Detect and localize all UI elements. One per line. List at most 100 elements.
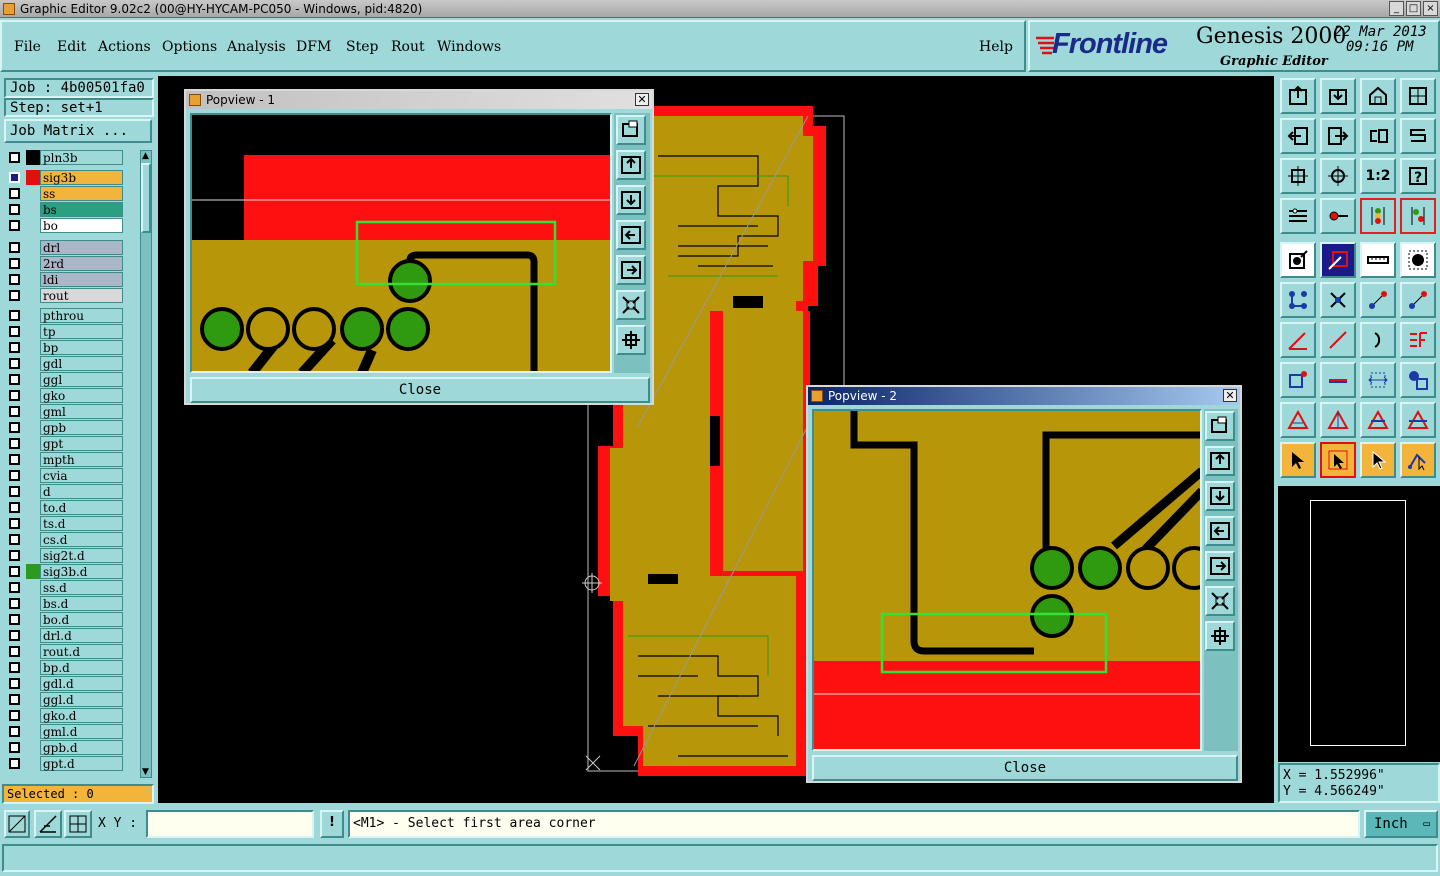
layer-name[interactable]: gpb.d (40, 740, 123, 755)
layer-name[interactable]: gml (40, 404, 123, 419)
tool-shape-icon[interactable] (1320, 242, 1356, 278)
layer-checkbox[interactable] (9, 358, 20, 369)
layer-row-ldi[interactable]: ldi (4, 272, 138, 287)
layer-checkbox[interactable] (9, 274, 20, 285)
tool-angle-icon[interactable] (1280, 322, 1316, 358)
layer-row-bp[interactable]: bp (4, 340, 138, 355)
layer-name[interactable]: sig2t.d (40, 548, 123, 563)
tool-split-view-icon[interactable] (1400, 78, 1436, 114)
layer-checkbox[interactable] (9, 204, 20, 215)
layer-checkbox[interactable] (9, 710, 20, 721)
layer-name[interactable]: gdl.d (40, 676, 123, 691)
layer-checkbox[interactable] (9, 502, 20, 513)
layer-name[interactable]: bs (40, 202, 123, 217)
menu-dfm[interactable]: DFM (296, 39, 331, 55)
layer-checkbox[interactable] (9, 726, 20, 737)
menu-edit[interactable]: Edit (57, 39, 86, 55)
layer-name[interactable]: gko (40, 388, 123, 403)
layer-row-ss-d[interactable]: ss.d (4, 580, 138, 595)
tool-group-icon[interactable] (1400, 362, 1436, 398)
layer-name[interactable]: cvia (40, 468, 123, 483)
layer-name[interactable]: gml.d (40, 724, 123, 739)
layer-row-gdl[interactable]: gdl (4, 356, 138, 371)
snap-mode-icon[interactable] (4, 810, 30, 838)
tool-scale-1-2-button[interactable]: 1:2 (1360, 158, 1396, 194)
tool-settings-icon[interactable] (1280, 198, 1316, 234)
pv2-pan-left-icon[interactable] (1205, 516, 1235, 546)
layer-name[interactable]: mpth (40, 452, 123, 467)
tool-select-net-icon[interactable] (1360, 442, 1396, 478)
tool-undo-icon[interactable] (1360, 118, 1396, 154)
layer-name[interactable]: ggl.d (40, 692, 123, 707)
tool-layer-out-icon[interactable] (1320, 118, 1356, 154)
tool-save-icon[interactable] (1320, 78, 1356, 114)
layer-row-ss[interactable]: ss (4, 186, 138, 201)
tool-text-icon[interactable] (1400, 322, 1436, 358)
layer-row-bo-d[interactable]: bo.d (4, 612, 138, 627)
tool-ruler-icon[interactable] (1360, 242, 1396, 278)
menu-step[interactable]: Step (346, 39, 378, 55)
pv2-pan-up-icon[interactable] (1205, 446, 1235, 476)
tool-home-icon[interactable] (1360, 78, 1396, 114)
tool-drc3-icon[interactable] (1360, 402, 1396, 438)
tool-net-icon[interactable] (1280, 282, 1316, 318)
pv2-pan-right-icon[interactable] (1205, 551, 1235, 581)
layer-checkbox[interactable] (9, 152, 20, 163)
layer-name[interactable]: drl.d (40, 628, 123, 643)
scroll-thumb[interactable] (141, 163, 151, 233)
popview-1-canvas[interactable] (190, 113, 612, 373)
scroll-up-icon[interactable]: ▲ (142, 151, 149, 161)
layer-row-bs-d[interactable]: bs.d (4, 596, 138, 611)
popview-1-close-button[interactable]: Close (190, 377, 650, 403)
tool-copy-icon[interactable] (1400, 282, 1436, 318)
tool-redraw-icon[interactable] (1400, 118, 1436, 154)
tool-layer-in-icon[interactable] (1280, 118, 1316, 154)
layer-row-tp[interactable]: tp (4, 324, 138, 339)
layer-name[interactable]: pthrou (40, 308, 123, 323)
layer-checkbox[interactable] (9, 342, 20, 353)
layer-checkbox[interactable] (9, 630, 20, 641)
layer-row-rout-d[interactable]: rout.d (4, 644, 138, 659)
layer-row-gml[interactable]: gml (4, 404, 138, 419)
tool-arc-icon[interactable] (1360, 322, 1396, 358)
layer-checkbox[interactable] (9, 662, 20, 673)
tool-select-connect-icon[interactable] (1400, 442, 1436, 478)
layer-row-d[interactable]: d (4, 484, 138, 499)
layer-name[interactable]: to.d (40, 500, 123, 515)
maximize-button[interactable]: □ (1406, 1, 1421, 16)
layer-row-gko-d[interactable]: gko.d (4, 708, 138, 723)
menu-windows[interactable]: Windows (437, 39, 501, 55)
layer-name[interactable]: d (40, 484, 123, 499)
center-mode-icon[interactable] (64, 810, 92, 838)
layer-row-rout[interactable]: rout (4, 288, 138, 303)
layer-checkbox[interactable] (9, 390, 20, 401)
pv1-pan-left-icon[interactable] (616, 220, 646, 250)
layer-row-cs-d[interactable]: cs.d (4, 532, 138, 547)
layer-name[interactable]: ldi (40, 272, 123, 287)
layer-name[interactable]: 2rd (40, 256, 123, 271)
layer-name[interactable]: rout (40, 288, 123, 303)
layer-row-gdl-d[interactable]: gdl.d (4, 676, 138, 691)
layer-checkbox[interactable] (9, 742, 20, 753)
layer-row-gml-d[interactable]: gml.d (4, 724, 138, 739)
menu-options[interactable]: Options (162, 39, 217, 55)
exclamation-icon[interactable]: ! (320, 810, 344, 838)
pv1-zoom-window-icon[interactable] (616, 115, 646, 145)
layer-checkbox[interactable] (9, 566, 20, 577)
pv1-pan-down-icon[interactable] (616, 185, 646, 215)
pv2-pan-down-icon[interactable] (1205, 481, 1235, 511)
tool-cut-icon[interactable] (1320, 362, 1356, 398)
pv2-zoom-fit-icon[interactable] (1205, 586, 1235, 616)
layer-row-ggl-d[interactable]: ggl.d (4, 692, 138, 707)
layer-row-cvia[interactable]: cvia (4, 468, 138, 483)
layer-checkbox[interactable] (9, 326, 20, 337)
layer-name[interactable]: rout.d (40, 644, 123, 659)
tool-connect-icon[interactable] (1400, 198, 1436, 234)
tool-drc2-icon[interactable] (1320, 402, 1356, 438)
layer-row-sig2t-d[interactable]: sig2t.d (4, 548, 138, 563)
layer-row-drl-d[interactable]: drl.d (4, 628, 138, 643)
layer-name[interactable]: gko.d (40, 708, 123, 723)
layer-name[interactable]: bs.d (40, 596, 123, 611)
layer-checkbox[interactable] (9, 486, 20, 497)
layer-row-pthrou[interactable]: pthrou (4, 308, 138, 323)
